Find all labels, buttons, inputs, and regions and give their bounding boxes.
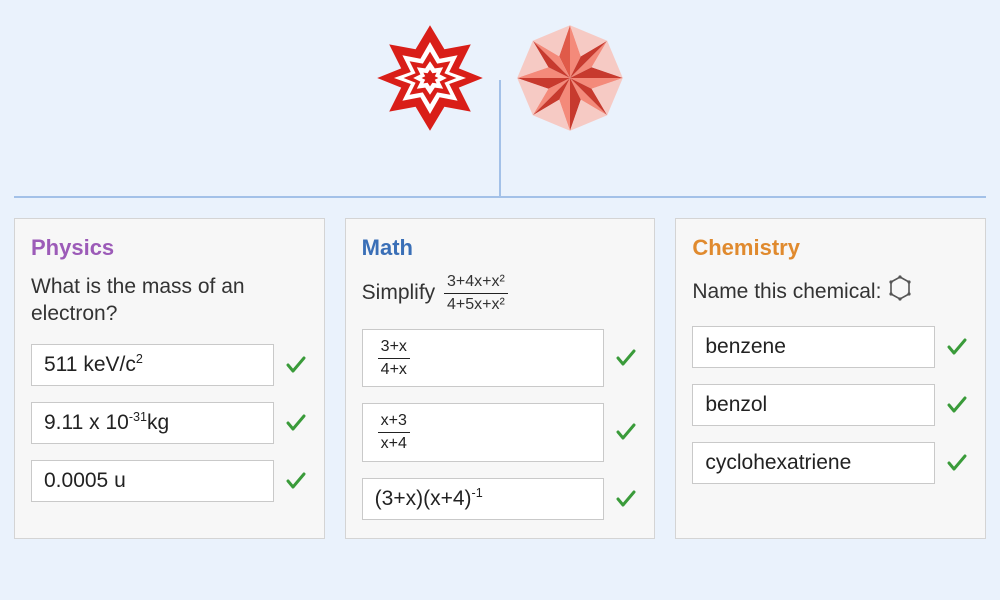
check-icon <box>614 487 638 511</box>
fraction-numerator: 3+x <box>378 338 410 359</box>
answer-row: benzene <box>692 326 969 368</box>
answer-row: 9.11 x 10-31kg <box>31 402 308 444</box>
answer-box[interactable]: (3+x)(x+4)-1 <box>362 478 605 520</box>
answer-box[interactable]: 9.11 x 10-31kg <box>31 402 274 444</box>
fraction-denominator: 4+5x+x² <box>444 294 508 314</box>
answer-text: cyclohexatriene <box>705 451 851 475</box>
check-icon <box>284 353 308 377</box>
question-fraction: 3+4x+x² 4+5x+x² <box>444 273 508 313</box>
card-physics: Physics What is the mass of an electron?… <box>14 218 325 539</box>
answer-box[interactable]: benzene <box>692 326 935 368</box>
benzene-molecule-icon <box>885 273 915 310</box>
fraction-numerator: x+3 <box>378 412 410 433</box>
card-title-chemistry: Chemistry <box>692 235 969 261</box>
card-chemistry: Chemistry Name this chemical: benzene <box>675 218 986 539</box>
check-icon <box>284 469 308 493</box>
connector-horizontal <box>14 196 986 198</box>
check-icon <box>945 451 969 475</box>
answer-text: 9.11 x 10-31kg <box>44 411 169 435</box>
answer-text: benzene <box>705 335 786 359</box>
answers-math: 3+x 4+x x+3 x+4 (3+x)(x+4)-1 <box>362 329 639 519</box>
answer-box[interactable]: 3+x 4+x <box>362 329 605 387</box>
fraction-denominator: x+4 <box>378 433 410 453</box>
answer-box[interactable]: cyclohexatriene <box>692 442 935 484</box>
answer-text: benzol <box>705 393 767 417</box>
answer-row: cyclohexatriene <box>692 442 969 484</box>
answer-row: x+3 x+4 <box>362 403 639 461</box>
answer-row: 0.0005 u <box>31 460 308 502</box>
answer-row: (3+x)(x+4)-1 <box>362 478 639 520</box>
answer-box[interactable]: 0.0005 u <box>31 460 274 502</box>
answer-box[interactable]: x+3 x+4 <box>362 403 605 461</box>
check-icon <box>614 346 638 370</box>
question-chemistry: Name this chemical: <box>692 273 969 310</box>
card-math: Math Simplify 3+4x+x² 4+5x+x² 3+x 4+x <box>345 218 656 539</box>
fraction-denominator: 4+x <box>378 359 410 379</box>
answer-box[interactable]: 511 keV/c2 <box>31 344 274 386</box>
check-icon <box>284 411 308 435</box>
answers-chemistry: benzene benzol cyclohexatriene <box>692 326 969 484</box>
answer-box[interactable]: benzol <box>692 384 935 426</box>
answer-row: 3+x 4+x <box>362 329 639 387</box>
card-title-physics: Physics <box>31 235 308 261</box>
answers-physics: 511 keV/c2 9.11 x 10-31kg 0.0005 u <box>31 344 308 502</box>
wolfram-alpha-logo-icon <box>510 18 630 143</box>
question-prefix: Simplify <box>362 279 436 306</box>
answer-text: 511 keV/c2 <box>44 353 143 377</box>
question-text: Name this chemical: <box>692 278 881 305</box>
answer-row: 511 keV/c2 <box>31 344 308 386</box>
check-icon <box>945 335 969 359</box>
answer-text: 0.0005 u <box>44 469 126 493</box>
question-physics: What is the mass of an electron? <box>31 273 308 328</box>
mathematica-logo-icon <box>370 18 490 143</box>
fraction-numerator: 3+4x+x² <box>444 273 508 294</box>
check-icon <box>614 420 638 444</box>
cards-row: Physics What is the mass of an electron?… <box>14 218 986 539</box>
answer-row: benzol <box>692 384 969 426</box>
card-title-math: Math <box>362 235 639 261</box>
question-math: Simplify 3+4x+x² 4+5x+x² <box>362 273 639 313</box>
answer-text: (3+x)(x+4)-1 <box>375 487 483 511</box>
answer-fraction: x+3 x+4 <box>378 412 410 452</box>
check-icon <box>945 393 969 417</box>
connector-vertical <box>499 80 501 198</box>
answer-fraction: 3+x 4+x <box>378 338 410 378</box>
